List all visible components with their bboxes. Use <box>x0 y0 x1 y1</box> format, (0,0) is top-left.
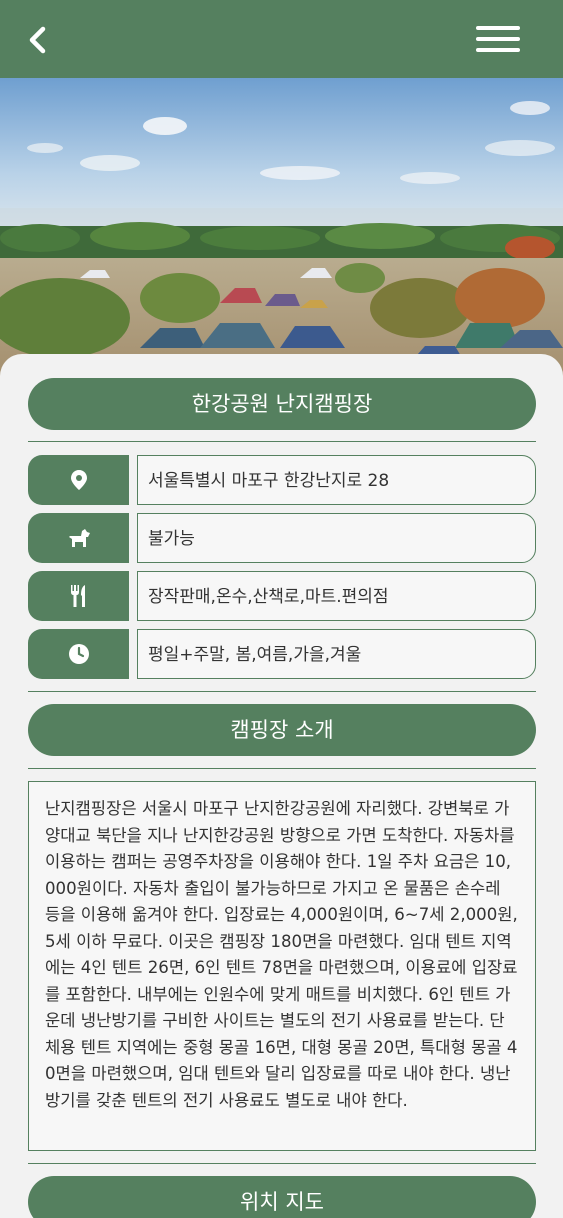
dog-icon <box>28 513 129 563</box>
address-field: 서울특별시 마포구 한강난지로 28 <box>137 455 536 505</box>
divider <box>28 691 536 692</box>
top-app-bar <box>0 0 563 78</box>
clock-icon <box>28 629 129 679</box>
chevron-left-icon <box>29 26 46 54</box>
intro-heading: 캠핑장 소개 <box>28 704 536 756</box>
hamburger-menu-icon-bar <box>476 37 520 41</box>
back-button[interactable] <box>18 20 58 60</box>
map-heading: 위치 지도 <box>28 1176 536 1218</box>
menu-button[interactable] <box>470 22 526 58</box>
fork-knife-icon <box>28 571 129 621</box>
location-pin-icon <box>28 455 129 505</box>
operating-season-field: 평일+주말, 봄,여름,가을,겨울 <box>137 629 536 679</box>
divider <box>28 768 536 769</box>
hamburger-menu-icon <box>476 26 520 30</box>
hamburger-menu-icon-bar <box>476 48 520 52</box>
campground-photo <box>0 78 563 378</box>
pet-allowed-field: 불가능 <box>137 513 536 563</box>
divider <box>28 441 536 442</box>
divider <box>28 1163 536 1164</box>
intro-text: 난지캠핑장은 서울시 마포구 난지한강공원에 자리했다. 강변북로 가양대교 북… <box>28 781 536 1151</box>
campsite-title: 한강공원 난지캠핑장 <box>28 378 536 430</box>
facilities-field: 장작판매,온수,산책로,마트.편의점 <box>137 571 536 621</box>
